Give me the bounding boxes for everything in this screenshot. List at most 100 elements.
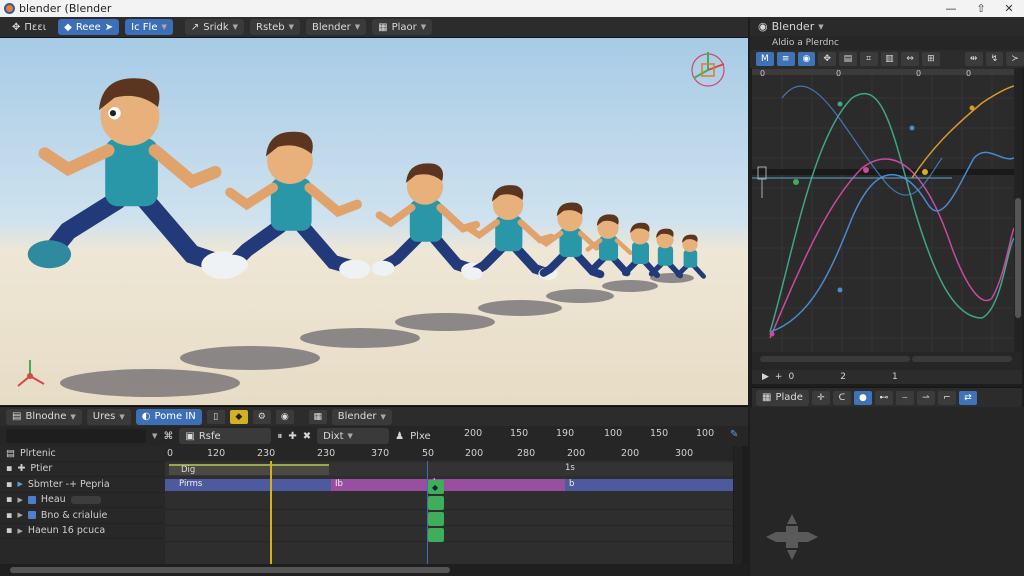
- lines-icon[interactable]: ≡: [776, 52, 795, 66]
- scene-label: Blender: [312, 21, 351, 33]
- summary-dropdown[interactable]: ▣ Rsfe: [179, 428, 272, 444]
- scene-dropdown[interactable]: Blender ▼: [331, 408, 392, 425]
- editor-type-dropdown[interactable]: ▤ Blnodne ▼: [6, 408, 82, 425]
- pose-icon[interactable]: ♟: [395, 431, 404, 442]
- expand-arrow-icon[interactable]: ▶: [17, 480, 22, 488]
- snap-toggle-icon[interactable]: ✎: [730, 429, 738, 440]
- playhead-current[interactable]: [270, 461, 272, 564]
- editor-type-menu[interactable]: ✥ Πεει: [6, 19, 52, 35]
- editor-label: Blnodne: [25, 411, 67, 422]
- add-key-icon[interactable]: ✚: [288, 431, 296, 442]
- view-menu[interactable]: Ic Fle ▼: [125, 19, 173, 35]
- channel-row[interactable]: ▪ ▶ Sbmter -+ Pepria: [0, 477, 165, 493]
- dopesheet-vertical-scrollbar[interactable]: [734, 446, 742, 564]
- chevron-down-icon[interactable]: ▼: [818, 23, 823, 31]
- graph-editor-canvas[interactable]: 0 0 0 0: [752, 68, 1014, 352]
- ruler-tick: 230: [257, 448, 276, 459]
- filter-icon[interactable]: ⌘: [163, 431, 173, 442]
- collapse-arrow-icon[interactable]: ▶: [17, 527, 22, 535]
- summary-label: Rsfe: [198, 430, 221, 442]
- action-selector[interactable]: ◐ Pome IN: [135, 408, 202, 425]
- keys-icon[interactable]: ⏸: [277, 431, 282, 442]
- graph-scrollbar[interactable]: [1014, 68, 1022, 352]
- minimize-button[interactable]: —: [936, 0, 966, 17]
- view-label: Ic Fle: [131, 21, 158, 33]
- interpolation-icon[interactable]: ↯: [985, 52, 1004, 66]
- handle-icon[interactable]: ⌗: [859, 52, 878, 66]
- action-strip-end[interactable]: b: [565, 479, 733, 491]
- mirror-keys-icon[interactable]: ⇹: [964, 52, 983, 66]
- key-icon[interactable]: ⊷: [874, 390, 893, 405]
- move-tool-icon[interactable]: ✥: [818, 52, 836, 66]
- close-button[interactable]: ✕: [994, 0, 1024, 17]
- mirror-icon[interactable]: M: [756, 52, 774, 66]
- channel-row[interactable]: ▪ ✚ Ptier: [0, 462, 165, 477]
- channel-search-input[interactable]: [6, 429, 146, 443]
- chevron-down-icon: ▼: [232, 23, 239, 31]
- channel-row[interactable]: ▪ ▶ Heau: [0, 493, 165, 508]
- dopesheet-horizontal-scrollbar[interactable]: [0, 564, 748, 576]
- scene-menu[interactable]: Blender ▼: [306, 19, 367, 35]
- grid-toggle-icon[interactable]: ▦: [308, 409, 327, 424]
- dopesheet-timeline[interactable]: 0 120 230 230 370 50 200 280 200 200 300…: [165, 446, 733, 564]
- mix-label: Plxe: [410, 430, 431, 442]
- auto-key-icon[interactable]: ⇄: [958, 390, 977, 405]
- view-mode-label: Ures: [92, 411, 116, 422]
- select-menu[interactable]: ↗ Sridk ▼: [184, 19, 245, 35]
- settings-icon[interactable]: ⚙: [252, 409, 271, 424]
- eye-icon[interactable]: ◉: [797, 52, 816, 66]
- graph-panel-title[interactable]: Blender: [772, 20, 815, 33]
- step-icon[interactable]: ⌐: [937, 390, 956, 405]
- keyframe-column[interactable]: ◆: [428, 476, 444, 564]
- summary-strip[interactable]: Dig: [169, 464, 329, 475]
- ease-icon[interactable]: ⌣: [895, 390, 914, 405]
- pin-icon[interactable]: ▯: [206, 409, 225, 424]
- channel-toggles[interactable]: [70, 495, 101, 504]
- channel-row[interactable]: ▪ ▶ Bno & crialuie: [0, 508, 165, 524]
- channel-row[interactable]: ▪ ▶ Haeun 16 pcuca: [0, 524, 165, 539]
- channel-row[interactable]: ▤ Plrtenic: [0, 446, 165, 462]
- chevron-down-icon: ▼: [347, 432, 353, 440]
- timeline-ruler[interactable]: 0 120 230 230 370 50 200 280 200 200 300: [165, 446, 733, 461]
- maximize-button[interactable]: ⇧: [966, 0, 996, 17]
- footer-add[interactable]: +: [775, 372, 783, 382]
- summary-icon: ▣: [185, 430, 195, 442]
- keyframe-icon[interactable]: ▤: [839, 52, 857, 66]
- filter-icon[interactable]: ⊞: [922, 52, 940, 66]
- footer-cursor-icon[interactable]: ▶: [762, 372, 769, 382]
- navigation-gizmo-icon[interactable]: [691, 52, 725, 87]
- delete-key-icon[interactable]: ✖: [303, 431, 311, 442]
- move-gizmo-icon: [766, 514, 818, 560]
- view-mode-dropdown[interactable]: Ures ▼: [86, 408, 131, 425]
- normalize-icon[interactable]: ⇔: [901, 52, 919, 66]
- key-toggle-icon[interactable]: ◆: [229, 409, 248, 424]
- chevron-down-icon[interactable]: ▼: [152, 432, 157, 440]
- layer-label: Plaor: [391, 21, 417, 33]
- collapse-arrow-icon[interactable]: ▶: [17, 496, 22, 504]
- action-strip-purple[interactable]: Ib: [331, 479, 565, 491]
- object-icon: ▤: [6, 447, 15, 459]
- curve-icon[interactable]: ᑕ: [832, 390, 851, 405]
- more-options-icon[interactable]: ≻: [1006, 52, 1024, 66]
- strip-label: Dig: [181, 465, 196, 475]
- action-strip-blue[interactable]: Pirms: [165, 479, 331, 491]
- mode-select[interactable]: ◆ Reee ➤: [58, 19, 120, 35]
- linear-icon[interactable]: ⇀: [916, 390, 935, 405]
- ruler-top-tick: 190: [556, 428, 575, 439]
- 3d-viewport[interactable]: [0, 38, 748, 405]
- record-icon[interactable]: ●: [853, 390, 872, 405]
- playhead-marker[interactable]: [427, 461, 428, 564]
- expand-icon: ▪: [6, 525, 13, 537]
- plade-menu[interactable]: ▦ Plade: [756, 389, 809, 406]
- dup-dropdown[interactable]: Dixt ▼: [317, 428, 390, 444]
- graph-timeline-ruler[interactable]: [752, 352, 1022, 370]
- ruler-top-tick: 100: [604, 428, 623, 439]
- record-toggle-icon[interactable]: ◉: [275, 409, 294, 424]
- collapse-arrow-icon[interactable]: ▶: [17, 511, 22, 519]
- footer-value-b: 2: [840, 372, 846, 382]
- object-menu[interactable]: Rsteb ▼: [250, 19, 301, 35]
- add-icon[interactable]: ✛: [811, 390, 830, 405]
- snap-icon[interactable]: ▥: [880, 52, 899, 66]
- ruler-tick: 200: [567, 448, 586, 459]
- layer-menu[interactable]: ▦ Plaor ▼: [372, 19, 433, 35]
